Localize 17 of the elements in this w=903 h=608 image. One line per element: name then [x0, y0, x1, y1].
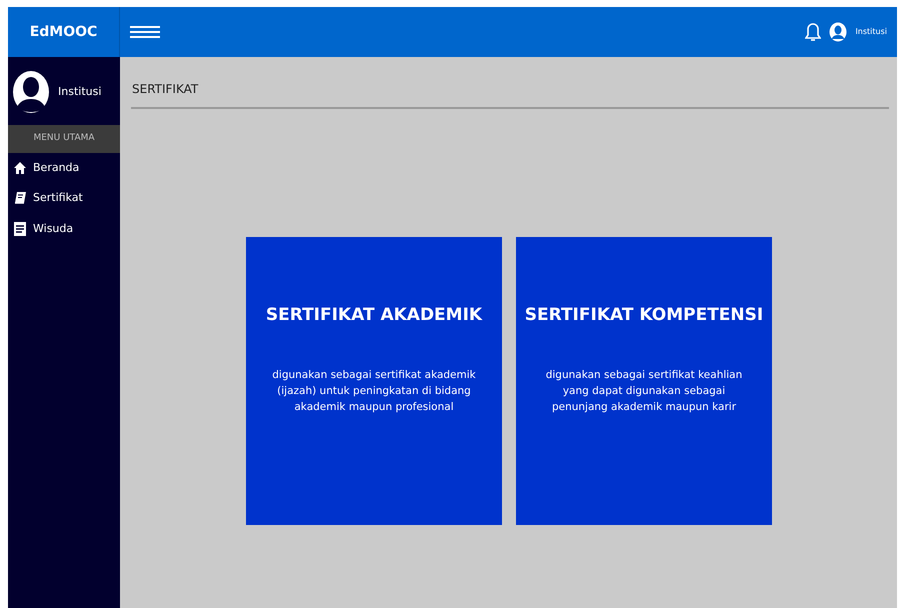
certificate-card[interactable]: SERTIFIKAT KOMPETENSI digunakan sebagai sertifikat keahlian yang dapat digunakan sebagai penunjang akademik maupun karir	[516, 237, 772, 525]
menu-icon[interactable]	[130, 25, 160, 39]
avatar-icon[interactable]	[829, 22, 848, 42]
page-title: SERTIFIKAT	[132, 82, 198, 96]
document-icon	[13, 220, 27, 237]
certificate-card[interactable]: SERTIFIKAT AKADEMIK digunakan sebagai sertifikat akademik (ijazah) untuk peningkatan di bidang akademik maupun profesional	[246, 237, 502, 525]
user-name[interactable]: Institusi	[855, 26, 887, 38]
brand-logo: EdMOOC	[30, 22, 98, 42]
section-heading: MENU UTAMA	[33, 133, 95, 143]
bell-icon[interactable]	[805, 22, 822, 42]
avatar-icon	[12, 70, 50, 114]
sidebar-item[interactable]: Beranda	[8, 152, 120, 183]
user-name: Institusi	[58, 84, 102, 100]
sidebar-item[interactable]: Wisuda	[8, 214, 120, 244]
home-icon	[13, 160, 27, 175]
sidebar-item[interactable]: Sertifikat	[8, 183, 120, 214]
book-icon	[13, 191, 27, 206]
